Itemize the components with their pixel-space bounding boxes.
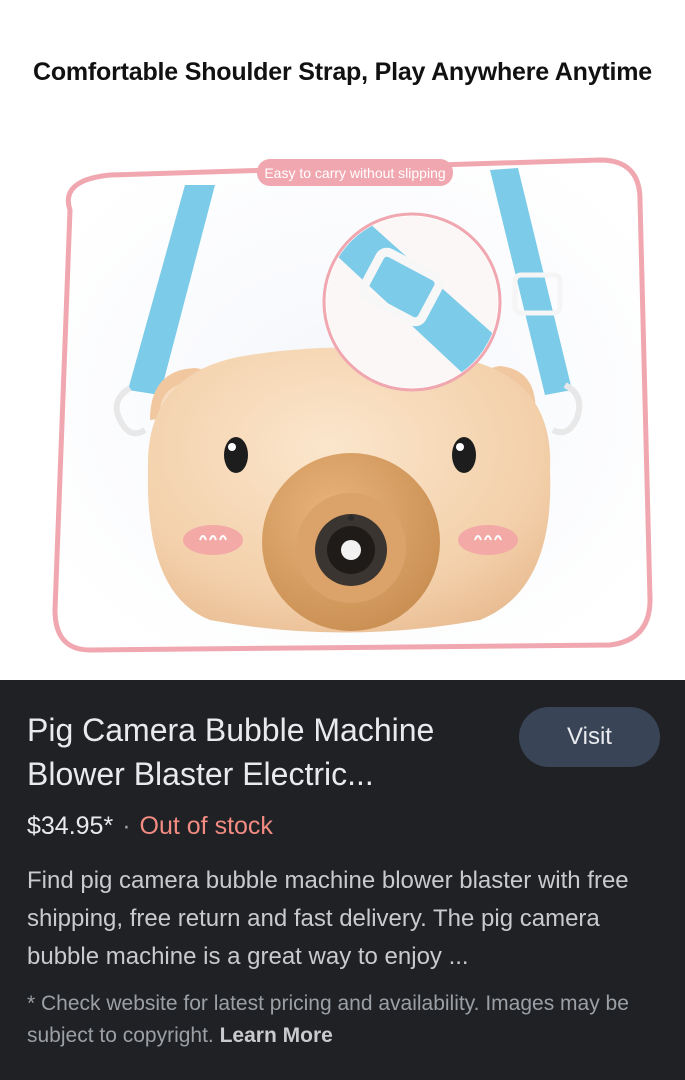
product-image[interactable]: Comfortable Shoulder Strap, Play Anywher… [0, 0, 685, 680]
separator-dot: · [122, 812, 131, 840]
price-row: $34.95* · Out of stock [27, 812, 273, 841]
pricing-disclaimer: * Check website for latest pricing and a… [27, 988, 667, 1052]
visit-button[interactable]: Visit [519, 707, 660, 767]
result-description: Find pig camera bubble machine blower bl… [27, 867, 629, 970]
stock-status: Out of stock [139, 812, 273, 840]
result-title[interactable]: Pig Camera Bubble Machine Blower Blaster… [27, 708, 497, 796]
badge-text: Easy to carry without slipping [264, 165, 445, 181]
pig-camera-illustration: Easy to carry without slipping [52, 157, 653, 653]
result-panel: Pig Camera Bubble Machine Blower Blaster… [0, 680, 685, 1080]
price-text: $34.95* [27, 812, 114, 840]
learn-more-link[interactable]: Learn More [220, 1024, 333, 1047]
